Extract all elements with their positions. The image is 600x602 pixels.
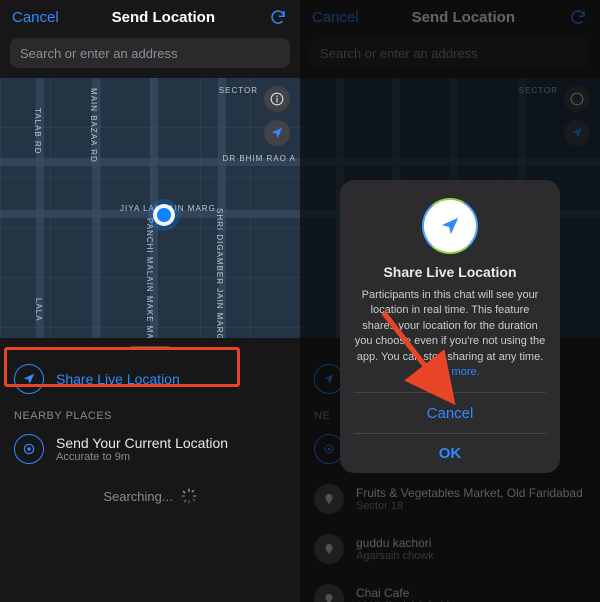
searching-row: Searching...	[0, 474, 300, 518]
current-location-pin	[157, 208, 171, 222]
search-input[interactable]: Search or enter an address	[10, 38, 290, 68]
nearby-header: NEARBY PLACES	[0, 404, 300, 424]
map-view[interactable]: SECTOR TALAB RD MAIN BAZAA RD PANCHI MAL…	[0, 78, 300, 338]
send-current-label: Send Your Current Location	[56, 435, 228, 451]
navbar: Cancel Send Location	[0, 0, 300, 34]
annotation-highlight	[4, 347, 240, 387]
send-current-location-row[interactable]: Send Your Current Location Accurate to 9…	[0, 424, 300, 474]
map-road-label: TALAB RD	[33, 108, 42, 155]
info-icon	[270, 92, 284, 106]
refresh-icon	[269, 8, 287, 26]
map-sector-label: SECTOR	[219, 86, 258, 95]
map-road-label: DR BHIM RAO A	[223, 154, 296, 163]
searching-label: Searching...	[103, 489, 172, 504]
dialog-icon	[422, 198, 478, 254]
location-arrow-icon	[439, 215, 461, 237]
spinner-icon	[181, 488, 197, 504]
refresh-button[interactable]	[268, 7, 288, 27]
map-info-button[interactable]	[264, 86, 290, 112]
dialog-body: Participants in this chat will see your …	[354, 288, 546, 380]
dialog-cancel-button[interactable]: Cancel	[354, 393, 546, 433]
dialog-ok-button[interactable]: OK	[354, 433, 546, 473]
share-live-dialog: Share Live Location Participants in this…	[340, 180, 560, 473]
cancel-button[interactable]: Cancel	[12, 9, 59, 26]
dialog-title: Share Live Location	[354, 264, 546, 280]
map-road-label: PANCHI MALAIN MAKE MARG	[145, 218, 154, 338]
map-road-label: MAIN BAZAA RD	[89, 88, 98, 163]
right-screen: Cancel Send Location Search or enter an …	[300, 0, 600, 602]
left-screen: Cancel Send Location Search or enter an …	[0, 0, 300, 602]
map-road-label: LALA	[34, 298, 43, 322]
map-locate-button[interactable]	[264, 120, 290, 146]
accuracy-label: Accurate to 9m	[56, 451, 228, 463]
search-placeholder: Search or enter an address	[20, 46, 178, 61]
search-wrap: Search or enter an address	[0, 34, 300, 78]
target-icon	[22, 442, 36, 456]
page-title: Send Location	[112, 9, 215, 26]
learn-more-link[interactable]: Learn more.	[420, 366, 479, 378]
location-arrow-icon	[270, 126, 284, 140]
map-road-label: SHRI DIGAMBER JAIN MARG	[215, 208, 224, 338]
